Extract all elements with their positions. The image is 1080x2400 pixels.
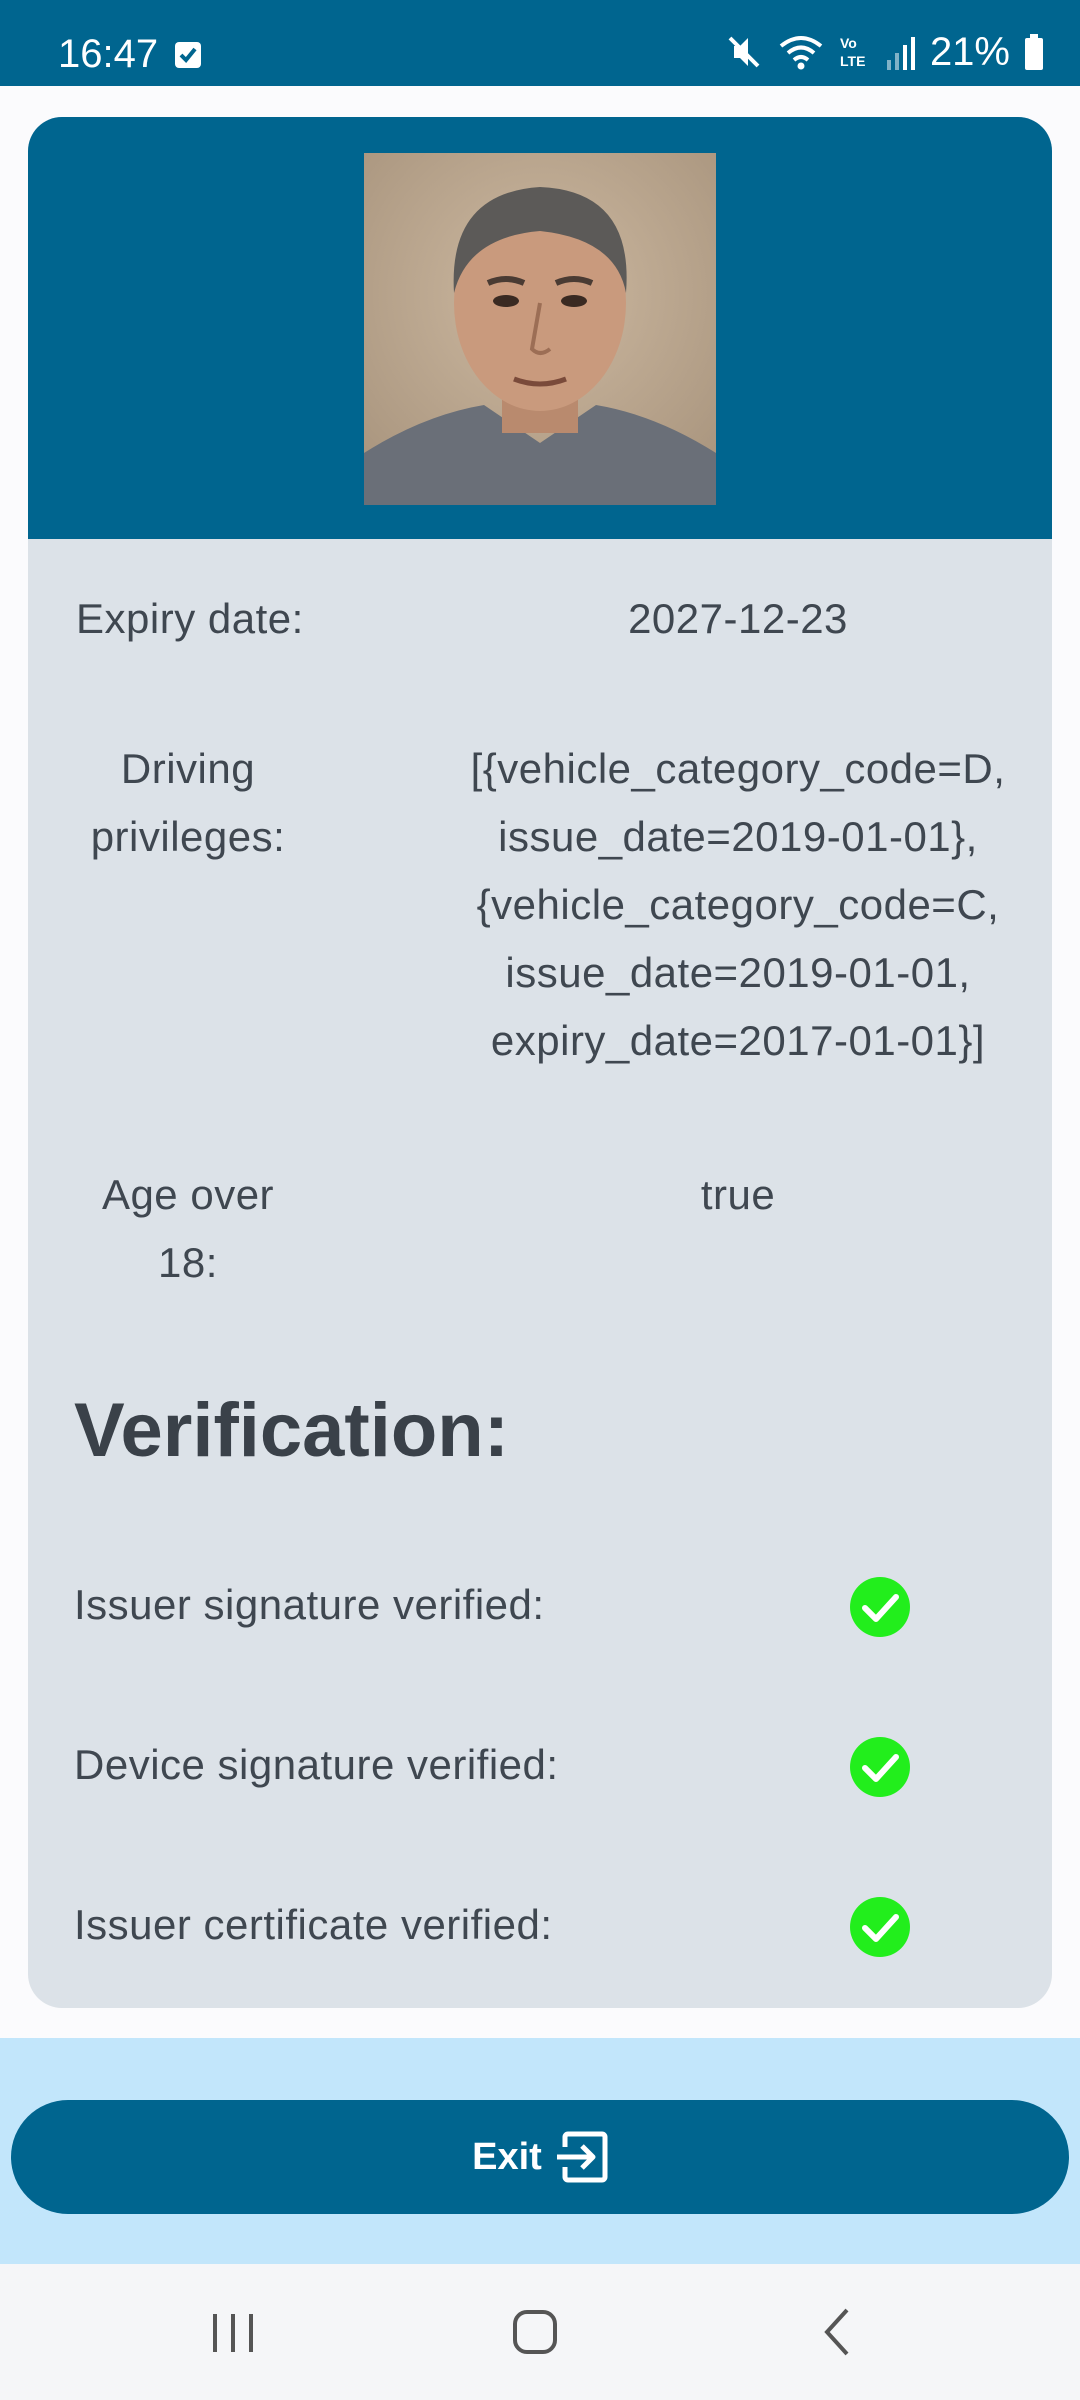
driving-value-line: {vehicle_category_code=C, <box>476 881 1000 928</box>
issuer-certificate-label: Issuer certificate verified: <box>74 1901 553 1948</box>
driving-label-line: Driving <box>120 745 256 792</box>
recent-apps-icon[interactable] <box>193 2302 273 2362</box>
license-card: Expiry date: 2027-12-23 Driving privileg… <box>28 117 1052 2008</box>
driving-value-line: expiry_date=2017-01-01}] <box>490 1017 986 1064</box>
driving-value-line: [{vehicle_category_code=D, <box>470 745 1006 792</box>
svg-text:LTE: LTE <box>840 53 865 69</box>
driving-privileges-label: Driving privileges: <box>68 735 308 871</box>
verification-title: Verification: <box>74 1388 509 1473</box>
checkbox-notification-icon <box>175 42 201 68</box>
mute-icon <box>728 36 760 68</box>
status-bar: 16:47 Vo LTE 21% <box>0 0 1080 86</box>
exit-icon <box>556 2131 608 2183</box>
check-circle-icon <box>850 1577 910 1637</box>
issuer-signature-label: Issuer signature verified: <box>74 1581 545 1628</box>
expiry-date-value: 2027-12-23 <box>628 595 848 642</box>
exit-button[interactable]: Exit <box>11 2100 1069 2214</box>
wifi-icon <box>779 36 823 70</box>
volte-icon: Vo LTE <box>840 35 865 69</box>
age-over-18-label: Age over 18: <box>68 1161 308 1297</box>
status-time: 16:47 <box>58 32 159 76</box>
home-icon[interactable] <box>495 2302 575 2362</box>
age-over-18-value: true <box>700 1171 776 1218</box>
card-header <box>28 117 1052 539</box>
check-circle-icon <box>850 1897 910 1957</box>
signal-icon <box>886 37 915 70</box>
driving-value-line: issue_date=2019-01-01, <box>505 949 971 996</box>
age-label-line: Age over <box>101 1171 275 1218</box>
battery-percent: 21% <box>929 29 1010 74</box>
system-nav-bar <box>0 2264 1080 2400</box>
battery-icon <box>1025 34 1043 70</box>
driving-value-line: issue_date=2019-01-01}, <box>498 813 978 860</box>
portrait-photo <box>364 153 716 505</box>
exit-button-label: Exit <box>472 2135 542 2178</box>
age-label-line: 18: <box>158 1239 218 1286</box>
check-circle-icon <box>850 1737 910 1797</box>
device-signature-label: Device signature verified: <box>74 1741 559 1788</box>
driving-privileges-value: [{vehicle_category_code=D, issue_date=20… <box>408 735 1052 1075</box>
driving-label-line: privileges: <box>90 813 286 860</box>
status-icons: Vo LTE 21% <box>724 30 1044 74</box>
back-icon[interactable] <box>799 2302 879 2362</box>
svg-text:Vo: Vo <box>840 35 857 51</box>
expiry-date-label: Expiry date: <box>76 595 304 642</box>
